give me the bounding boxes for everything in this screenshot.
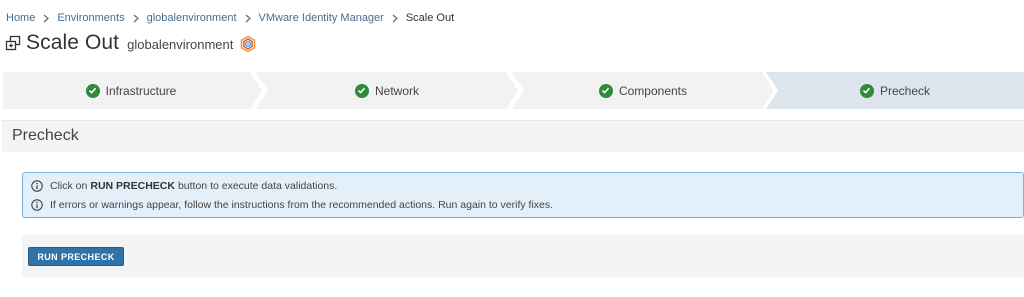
alert-text-bold: RUN PRECHECK [90,180,175,192]
breadcrumb: Home Environments globalenvironment VMwa… [6,11,454,25]
chevron-right-icon [35,11,57,25]
precheck-action-panel: RUN PRECHECK [22,235,1024,277]
breadcrumb-home[interactable]: Home [6,12,35,24]
scale-out-icon [5,35,21,51]
page-title: Scale Out [26,31,120,54]
alert-text: If errors or warnings appear, follow the… [50,199,554,211]
info-icon [31,199,43,211]
check-circle-icon [354,83,369,98]
chevron-right-icon [125,11,147,25]
run-precheck-button[interactable]: RUN PRECHECK [28,247,124,266]
precheck-title: Precheck [12,127,79,144]
breadcrumb-product[interactable]: VMware Identity Manager [259,12,384,24]
wizard-step-network[interactable]: Network [256,72,518,109]
wizard-step-components[interactable]: Components [512,72,774,109]
wizard-step-label: Components [618,83,688,98]
alert-line-run-precheck: Click on RUN PRECHECK button to execute … [31,178,337,194]
wizard-stepper: Infrastructure Network Components Preche… [0,72,1024,109]
info-icon [31,180,43,192]
breadcrumb-environments[interactable]: Environments [57,12,124,24]
check-circle-icon [859,83,874,98]
environment-name: globalenvironment [127,37,234,52]
breadcrumb-current: Scale Out [405,12,455,24]
chevron-right-icon [384,11,406,25]
check-circle-icon [598,83,613,98]
wizard-step-label: Network [374,83,419,98]
info-alert: Click on RUN PRECHECK button to execute … [22,172,1024,218]
wizard-step-label: Infrastructure [105,83,177,98]
alert-text-prefix: Click on [50,180,88,192]
breadcrumb-environment-name[interactable]: globalenvironment [147,12,237,24]
chevron-right-icon [237,11,259,25]
precheck-card-header: Precheck [2,120,1024,152]
check-circle-icon [85,83,100,98]
environment-logo-icon [239,35,257,53]
alert-line-errors: If errors or warnings appear, follow the… [31,197,553,213]
wizard-step-infrastructure[interactable]: Infrastructure [0,72,262,109]
wizard-step-label: Precheck [879,83,931,98]
wizard-step-precheck[interactable]: Precheck [766,72,1024,109]
page-header: Scale Out globalenvironment [5,29,257,57]
alert-text-suffix: button to execute data validations. [177,180,338,192]
